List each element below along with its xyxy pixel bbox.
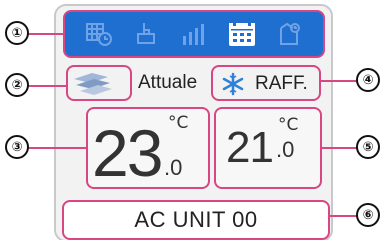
callout-4: ④ bbox=[356, 68, 380, 92]
operation-mode[interactable]: RAFF. bbox=[211, 65, 321, 101]
callout-2: ② bbox=[5, 73, 29, 97]
operation-mode-label: RAFF. bbox=[255, 73, 308, 94]
fan-speed-icon[interactable] bbox=[177, 19, 211, 49]
callout-line-6 bbox=[328, 215, 357, 217]
hand-clock-icon[interactable] bbox=[272, 19, 306, 49]
snowflake-icon bbox=[222, 72, 244, 96]
callout-line-5 bbox=[320, 147, 357, 149]
callout-line-4 bbox=[321, 80, 357, 82]
callout-line-1 bbox=[28, 33, 64, 35]
current-temperature: 23 °C .0 bbox=[86, 107, 210, 190]
grid-clock-icon[interactable] bbox=[82, 19, 116, 49]
set-temperature[interactable]: 21 °C .0 bbox=[214, 107, 322, 189]
calendar-icon[interactable] bbox=[224, 19, 259, 49]
set-temp-decimal: .0 bbox=[276, 137, 295, 162]
unit-name-box[interactable]: AC UNIT 00 bbox=[62, 200, 330, 240]
unit-name: AC UNIT 00 bbox=[134, 207, 258, 232]
airflow-mode-indicator[interactable] bbox=[66, 65, 132, 101]
callout-line-3 bbox=[28, 147, 88, 149]
current-temp-integer: 23 bbox=[92, 116, 163, 190]
current-label: Attuale bbox=[138, 72, 198, 93]
mode-row: Attuale RAFF. bbox=[60, 63, 330, 103]
callout-5: ⑤ bbox=[356, 135, 380, 159]
set-temp-integer: 21 bbox=[226, 123, 274, 172]
airflow-swing-icon bbox=[74, 73, 112, 95]
hand-touch-icon[interactable] bbox=[129, 19, 163, 49]
set-temp-unit: °C bbox=[278, 115, 299, 135]
callout-6: ⑥ bbox=[356, 203, 380, 227]
callout-line-2 bbox=[28, 85, 66, 87]
current-temp-decimal: .0 bbox=[164, 155, 183, 180]
callout-1: ① bbox=[5, 21, 29, 45]
top-toolbar bbox=[63, 10, 325, 58]
current-temp-unit: °C bbox=[168, 113, 189, 133]
callout-3: ③ bbox=[5, 135, 29, 159]
